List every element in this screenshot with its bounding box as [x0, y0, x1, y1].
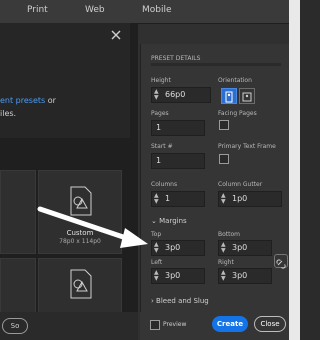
- margin-right-field[interactable]: ▲ ▼ 3p0: [218, 268, 272, 284]
- start-page-field[interactable]: 1: [151, 153, 205, 169]
- document-preset-icon: [70, 269, 92, 299]
- stepper-icon[interactable]: ▲ ▼: [154, 193, 159, 205]
- margin-right-label: Right: [218, 259, 234, 266]
- stepper-icon[interactable]: ▲ ▼: [221, 270, 226, 282]
- margin-top-field[interactable]: ▲ ▼ 3p0: [151, 240, 205, 256]
- facing-pages-label: Facing Pages: [218, 110, 257, 117]
- height-label: Height: [151, 77, 171, 84]
- info-text-line-2: iles.: [0, 109, 17, 118]
- tab-web[interactable]: Web: [85, 5, 105, 15]
- preset-name-field[interactable]: [151, 63, 281, 66]
- height-field[interactable]: ▲ ▼ 66p0: [151, 87, 211, 103]
- primary-text-frame-label: Primary Text Frame: [218, 143, 276, 150]
- stepper-icon[interactable]: ▲ ▼: [154, 242, 159, 254]
- info-panel: ent presets or iles.: [0, 23, 130, 138]
- margin-bottom-field[interactable]: ▲ ▼ 3p0: [218, 240, 272, 256]
- preset-tab-bar: Print Web Mobile: [0, 0, 300, 24]
- primary-text-frame-checkbox[interactable]: [219, 154, 229, 164]
- tab-print[interactable]: Print: [27, 5, 48, 15]
- close-button[interactable]: Close: [254, 316, 286, 332]
- secondary-pill-button[interactable]: So: [2, 318, 28, 334]
- stepper-icon[interactable]: ▲ ▼: [221, 193, 226, 205]
- stepper-icon[interactable]: ▲ ▼: [154, 270, 159, 282]
- preset-name: Custom: [66, 229, 94, 237]
- close-icon[interactable]: [111, 30, 121, 40]
- preset-card-custom[interactable]: Custom 78p0 x 114p0: [38, 170, 122, 254]
- preset-card[interactable]: [0, 258, 36, 314]
- landscape-icon: [242, 92, 252, 102]
- link-margins-button[interactable]: [274, 254, 288, 269]
- left-footer: So: [0, 312, 138, 340]
- portrait-icon: [225, 91, 233, 103]
- column-gutter-field[interactable]: ▲ ▼ 1p0: [218, 191, 282, 207]
- preset-size: 78p0 x 114p0: [59, 238, 101, 245]
- dialog-footer: Preview Create Close: [140, 312, 289, 340]
- columns-label: Columns: [151, 181, 178, 188]
- columns-field[interactable]: ▲ ▼ 1: [151, 191, 205, 207]
- portrait-orientation-button[interactable]: [221, 88, 237, 104]
- bleed-slug-section-toggle[interactable]: › Bleed and Slug: [151, 297, 209, 305]
- margin-left-field[interactable]: ▲ ▼ 3p0: [151, 268, 205, 284]
- chain-link-icon: [276, 259, 286, 269]
- tab-mobile[interactable]: Mobile: [142, 5, 172, 15]
- start-page-label: Start #: [151, 143, 173, 150]
- orientation-label: Orientation: [218, 77, 252, 84]
- preset-card[interactable]: [38, 258, 122, 314]
- facing-pages-checkbox[interactable]: [219, 120, 229, 130]
- chevron-right-icon: ›: [151, 297, 154, 305]
- preset-details-header: PRESET DETAILS: [151, 55, 201, 62]
- margin-top-label: Top: [151, 231, 162, 238]
- info-text-line-1: ent presets or: [0, 96, 56, 105]
- chevron-down-icon: ⌄: [151, 217, 157, 225]
- preview-label: Preview: [163, 321, 187, 328]
- stepper-icon[interactable]: ▲ ▼: [221, 242, 226, 254]
- margin-bottom-label: Bottom: [218, 231, 241, 238]
- presets-link[interactable]: ent presets: [0, 96, 45, 105]
- pages-label: Pages: [151, 110, 169, 117]
- preset-card[interactable]: [0, 170, 36, 254]
- margin-left-label: Left: [151, 259, 163, 266]
- preview-checkbox[interactable]: [150, 320, 160, 330]
- preset-details-panel: PRESET DETAILS Height ▲ ▼ 66p0 Orientatio…: [140, 44, 290, 340]
- landscape-orientation-button[interactable]: [239, 88, 255, 104]
- document-preset-icon: [70, 186, 92, 216]
- pages-field[interactable]: 1: [151, 120, 205, 136]
- margins-section-toggle[interactable]: ⌄ Margins: [151, 217, 187, 225]
- window-edge: [289, 0, 300, 340]
- create-button[interactable]: Create: [212, 316, 248, 332]
- column-gutter-label: Column Gutter: [218, 181, 263, 188]
- stepper-icon[interactable]: ▲ ▼: [154, 89, 159, 101]
